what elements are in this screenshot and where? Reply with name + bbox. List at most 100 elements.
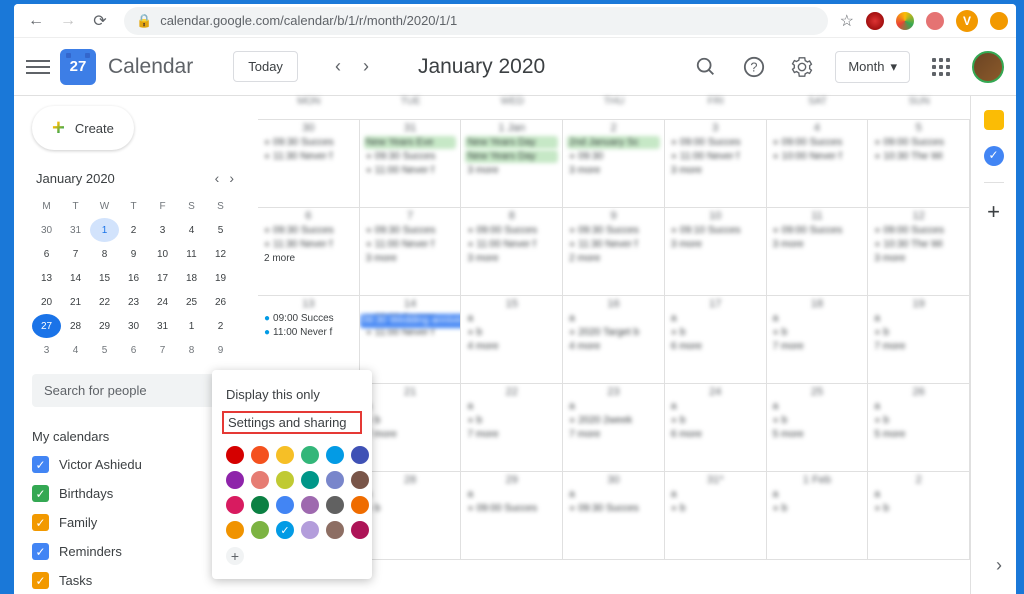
event-chip[interactable]: b [771,414,864,427]
extension-icon-1[interactable] [866,12,884,30]
mini-day-cell[interactable]: 3 [148,218,177,242]
event-chip[interactable]: 09:10 Succes [669,224,762,237]
event-chip[interactable]: a [364,400,457,413]
grid-cell[interactable]: 28ab [360,472,462,559]
event-chip[interactable]: 7 more [872,340,965,353]
account-avatar[interactable] [972,51,1004,83]
event-chip[interactable]: 4 more [567,340,660,353]
grid-cell[interactable]: 1109:00 Succes3 more [767,208,869,295]
mini-day-cell[interactable]: 6 [32,242,61,266]
event-chip[interactable]: a [771,488,864,501]
extension-icon-3[interactable] [926,12,944,30]
event-chip[interactable]: 7 more [465,428,558,441]
event-chip[interactable]: 3 more [364,252,457,265]
mini-day-cell[interactable]: 29 [90,314,119,338]
back-button[interactable]: ← [22,7,50,35]
event-chip[interactable]: 2nd January Sc [567,136,660,149]
next-month-button[interactable]: › [352,53,380,81]
grid-cell[interactable]: 31New Years Eve09:30 Succes11:00 Never f [360,120,462,207]
color-option[interactable] [326,471,344,489]
event-chip[interactable]: b [872,414,965,427]
event-chip[interactable]: a [669,400,762,413]
event-chip[interactable]: a [465,400,558,413]
event-chip[interactable]: 2020 Target b [567,326,660,339]
event-chip[interactable]: 2020 2week [567,414,660,427]
event-chip[interactable]: 11:30 Never f [262,238,355,251]
color-option[interactable] [251,496,269,514]
tasks-icon[interactable]: ✓ [984,146,1004,166]
color-option[interactable] [301,521,319,539]
color-option[interactable] [276,446,294,464]
event-chip[interactable]: b [771,502,864,515]
settings-icon[interactable] [791,56,813,78]
keep-icon[interactable] [984,110,1004,130]
color-option[interactable] [226,496,244,514]
color-option[interactable] [301,446,319,464]
mini-day-cell[interactable]: 26 [206,290,235,314]
grid-cell[interactable]: 24ab6 more [665,384,767,471]
event-chip[interactable]: 11:30 Never f [262,150,355,163]
color-option[interactable] [276,471,294,489]
calendar-checkbox[interactable]: ✓ [32,543,49,560]
reload-button[interactable]: ⟳ [86,7,114,35]
event-chip[interactable]: a [567,312,660,325]
mini-day-cell[interactable]: 1 [177,314,206,338]
color-option[interactable] [351,471,369,489]
calendar-list-item[interactable]: ✓Family [32,514,240,531]
event-chip[interactable]: 11:00 Never f [364,238,457,251]
view-selector[interactable]: Month ▾ [835,51,910,83]
event-chip[interactable]: 09:00 Succes [771,224,864,237]
event-chip[interactable]: 09:30 Succes [262,224,355,237]
grid-cell[interactable]: 29a09:00 Succes [461,472,563,559]
event-chip[interactable]: 09:00 Succes [465,224,558,237]
extension-icon-2[interactable] [896,12,914,30]
mini-day-cell[interactable]: 4 [61,338,90,362]
grid-cell[interactable]: 1009:10 Succes3 more [665,208,767,295]
event-chip[interactable]: a [669,312,762,325]
color-option[interactable] [301,471,319,489]
mini-prev-button[interactable]: ‹ [213,168,222,188]
event-chip[interactable]: b [465,326,558,339]
event-chip[interactable]: 3 more [771,238,864,251]
event-chip[interactable]: a [771,400,864,413]
event-chip[interactable]: New Years Day [465,136,558,149]
grid-cell[interactable]: 19ab7 more [868,296,970,383]
grid-cell[interactable]: 509:00 Succes10:30 The Wi [868,120,970,207]
event-chip[interactable]: 09:30 Succes [262,136,355,149]
mini-day-cell[interactable]: 14 [61,266,90,290]
today-button[interactable]: Today [233,51,298,82]
search-people-input[interactable]: Search for people [32,374,240,407]
profile-badge[interactable]: V [956,10,978,32]
event-chip[interactable]: a [465,488,558,501]
event-chip[interactable]: 3 more [567,164,660,177]
event-chip[interactable]: b [669,502,762,515]
mini-day-cell[interactable]: 30 [119,314,148,338]
mini-day-cell[interactable]: 16 [119,266,148,290]
grid-cell[interactable]: 909:30 Succes11:30 Never f2 more [563,208,665,295]
color-option[interactable] [251,471,269,489]
mini-day-cell[interactable]: 24 [148,290,177,314]
search-icon[interactable] [695,56,717,78]
grid-cell[interactable]: 18ab7 more [767,296,869,383]
grid-cell[interactable]: 23a2020 2week7 more [563,384,665,471]
event-chip[interactable]: 6 more [669,340,762,353]
event-chip[interactable]: 5 more [872,428,965,441]
grid-cell[interactable]: 21ab7 more [360,384,462,471]
event-chip[interactable]: New Years Eve [364,136,457,149]
color-option[interactable] [351,496,369,514]
grid-cell[interactable]: 17ab6 more [665,296,767,383]
event-chip[interactable]: 3 more [669,164,762,177]
event-chip[interactable]: 7 more [771,340,864,353]
mini-day-cell[interactable]: 17 [148,266,177,290]
mini-day-cell[interactable]: 30 [32,218,61,242]
mini-day-cell[interactable]: 13 [32,266,61,290]
mini-day-cell[interactable]: 31 [61,218,90,242]
star-icon[interactable]: ☆ [840,11,854,31]
color-option[interactable] [226,446,244,464]
mini-day-cell[interactable]: 22 [90,290,119,314]
color-option[interactable] [351,446,369,464]
color-option[interactable] [326,521,344,539]
event-chip[interactable]: 11:00 Never f [262,326,355,339]
event-chip[interactable]: 10:30 The Wi [872,238,965,251]
event-chip[interactable]: 3 more [872,252,965,265]
